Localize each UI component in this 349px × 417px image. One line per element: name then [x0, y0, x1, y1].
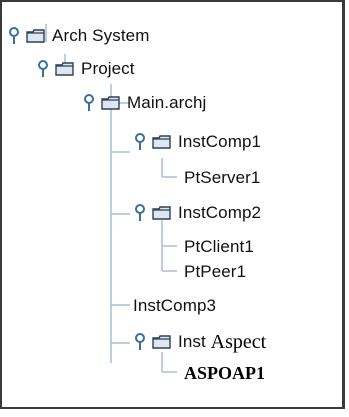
folder-icon [101, 96, 120, 110]
key-handle-icon[interactable] [35, 60, 51, 78]
tree-leaf-ptserver1[interactable]: PtServer1 [184, 163, 261, 193]
tree-node-instcomp2[interactable]: InstComp2 [132, 198, 261, 228]
tree-node-label: PtServer1 [184, 168, 261, 187]
folder-icon [152, 206, 171, 220]
key-handle-icon[interactable] [81, 94, 97, 112]
tree-panel: Arch System Project Main.archj InstComp1… [0, 0, 345, 409]
folder-icon [152, 135, 171, 149]
tree-node-label: InstComp3 [133, 296, 217, 315]
tree-node-inst-aspect[interactable]: Inst Aspect [132, 327, 266, 357]
folder-icon [152, 335, 171, 349]
key-handle-icon[interactable] [132, 333, 148, 351]
tree-node-project[interactable]: Project [35, 54, 135, 84]
tree-node-label: ASPOAP1 [184, 362, 265, 383]
tree-node-label-suffix: Aspect [210, 330, 267, 353]
tree-node-label: Arch System [52, 26, 150, 45]
tree-leaf-ptpeer1[interactable]: PtPeer1 [184, 257, 246, 287]
tree-leaf-aspoap1[interactable]: ASPOAP1 [184, 358, 265, 388]
tree-node-label: PtClient1 [184, 237, 254, 256]
folder-icon [26, 29, 45, 43]
tree-node-label: InstComp2 [178, 203, 262, 222]
tree-node-label: InstComp1 [178, 132, 262, 151]
tree-node-instcomp1[interactable]: InstComp1 [132, 127, 261, 157]
tree-node-arch-system[interactable]: Arch System [6, 21, 149, 51]
tree-node-main-archj[interactable]: Main.archj [81, 88, 206, 118]
tree-node-label: PtPeer1 [184, 262, 247, 281]
tree-leaf-instcomp3[interactable]: InstComp3 [133, 291, 216, 321]
key-handle-icon[interactable] [132, 204, 148, 222]
key-handle-icon[interactable] [6, 27, 22, 45]
tree-node-label: Project [81, 59, 135, 78]
tree-node-label-prefix: Inst [178, 332, 211, 351]
key-handle-icon[interactable] [132, 133, 148, 151]
tree-node-label: Main.archj [127, 93, 207, 112]
folder-icon [55, 62, 74, 76]
